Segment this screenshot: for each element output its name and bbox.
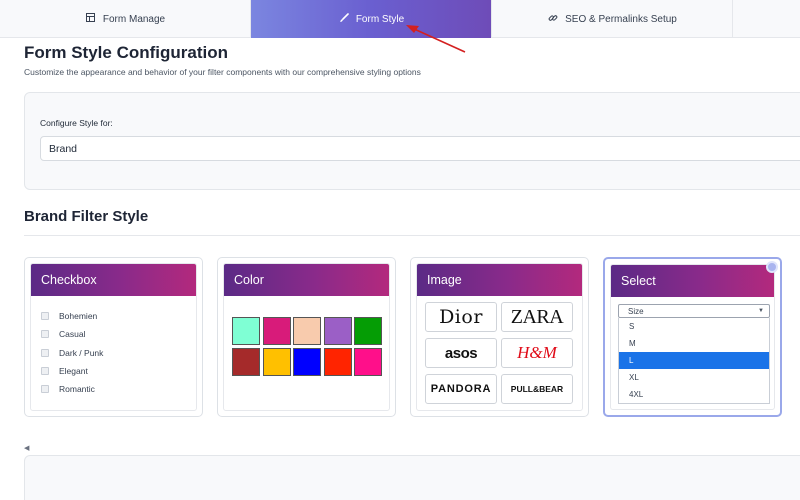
select-placeholder: Size	[628, 306, 644, 316]
color-swatch[interactable]	[293, 317, 321, 345]
section-title: Brand Filter Style	[24, 208, 149, 225]
select-option[interactable]: S	[619, 318, 769, 335]
tab-extra[interactable]	[733, 0, 800, 38]
list-item: Bohemien	[41, 307, 196, 325]
card-header: Select	[611, 265, 774, 297]
asos-logo[interactable]: asos	[425, 338, 497, 368]
color-swatch[interactable]	[262, 347, 291, 376]
checkbox[interactable]	[41, 312, 49, 321]
page-subtitle: Customize the appearance and behavior of…	[24, 67, 421, 77]
paintbrush-icon	[338, 12, 350, 26]
color-swatch[interactable]	[354, 317, 382, 345]
color-swatch[interactable]	[232, 317, 260, 345]
tab-seo-permalinks[interactable]: SEO & Permalinks Setup	[492, 0, 733, 38]
color-style-card[interactable]: Color	[217, 257, 396, 417]
select-option[interactable]: XL	[619, 369, 769, 386]
card-preview: Checkbox Bohemien Casual Dark / Punk Ele…	[30, 263, 197, 411]
select-option-highlighted[interactable]: L	[619, 352, 769, 369]
tab-label: Form Manage	[102, 13, 166, 25]
tab-form-style[interactable]: Form Style	[251, 0, 492, 38]
checkbox-list: Bohemien Casual Dark / Punk Elegant Roma…	[31, 296, 196, 398]
card-header: Color	[224, 264, 389, 296]
card-preview: Image Dior ZARA asos H&M PANDORA PULL&BE…	[416, 263, 583, 411]
hm-logo[interactable]: H&M	[501, 338, 573, 368]
form-style-page: Form Manage Form Style SEO & Permalinks …	[0, 0, 800, 500]
list-item: Dark / Punk	[41, 344, 196, 362]
color-swatch[interactable]	[262, 317, 291, 345]
checkbox[interactable]	[41, 385, 49, 394]
bottom-panel	[24, 455, 800, 500]
color-swatch[interactable]	[354, 347, 382, 376]
select-option[interactable]: M	[619, 335, 769, 352]
pullbear-logo[interactable]: PULL&BEAR	[501, 374, 573, 404]
select-option[interactable]: 4XL	[619, 386, 769, 403]
image-style-card[interactable]: Image Dior ZARA asos H&M PANDORA PULL&BE…	[410, 257, 589, 417]
card-header: Image	[417, 264, 582, 296]
color-swatch[interactable]	[323, 347, 352, 376]
color-swatch[interactable]	[293, 347, 321, 376]
checkbox-label: Bohemien	[59, 311, 98, 322]
checkbox[interactable]	[41, 348, 49, 357]
size-select-preview: Size ▼ S M L XL 4XL	[618, 304, 770, 409]
checkbox-label: Elegant	[59, 366, 88, 377]
pandora-logo[interactable]: PANDORA	[425, 374, 497, 404]
tab-label: SEO & Permalinks Setup	[565, 13, 677, 25]
list-item: Elegant	[41, 362, 196, 380]
configure-style-select[interactable]: Brand	[40, 136, 800, 161]
selected-radio-icon[interactable]	[766, 261, 778, 273]
tab-label: Form Style	[355, 13, 405, 25]
checkbox[interactable]	[41, 330, 49, 339]
checkbox-style-card[interactable]: Checkbox Bohemien Casual Dark / Punk Ele…	[24, 257, 203, 417]
checkbox-label: Dark / Punk	[59, 347, 104, 358]
page-title: Form Style Configuration	[24, 43, 228, 62]
checkbox-label: Romantic	[59, 384, 95, 395]
size-select[interactable]: Size ▼	[618, 304, 770, 318]
card-preview: Color	[223, 263, 390, 411]
list-item: Romantic	[41, 380, 196, 398]
checkbox[interactable]	[41, 367, 49, 376]
brand-logo-grid: Dior ZARA asos H&M PANDORA PULL&BEAR	[425, 302, 573, 404]
select-style-card[interactable]: Select Size ▼ S M L XL 4XL	[603, 257, 782, 417]
checkbox-label: Casual	[59, 329, 86, 340]
card-preview: Select Size ▼ S M L XL 4XL	[610, 264, 775, 410]
dior-logo[interactable]: Dior	[425, 302, 497, 332]
configure-style-value: Brand	[49, 142, 78, 155]
scroll-left-icon[interactable]: ◀	[24, 444, 29, 452]
tab-form-manage[interactable]: Form Manage	[0, 0, 251, 38]
configure-style-panel: Configure Style for: Brand	[24, 92, 800, 190]
chevron-down-icon: ▼	[758, 308, 764, 314]
select-options: S M L XL 4XL	[618, 318, 770, 404]
section-divider	[24, 235, 800, 236]
tab-bar: Form Manage Form Style SEO & Permalinks …	[0, 0, 800, 38]
configure-style-label: Configure Style for:	[40, 118, 113, 128]
card-header: Checkbox	[31, 264, 196, 296]
list-item: Casual	[41, 325, 196, 343]
zara-logo[interactable]: ZARA	[501, 302, 573, 332]
color-swatch-grid	[232, 317, 382, 376]
link-icon	[547, 13, 559, 26]
color-swatch[interactable]	[232, 347, 260, 376]
form-grid-icon	[85, 13, 97, 25]
color-swatch[interactable]	[323, 317, 352, 345]
